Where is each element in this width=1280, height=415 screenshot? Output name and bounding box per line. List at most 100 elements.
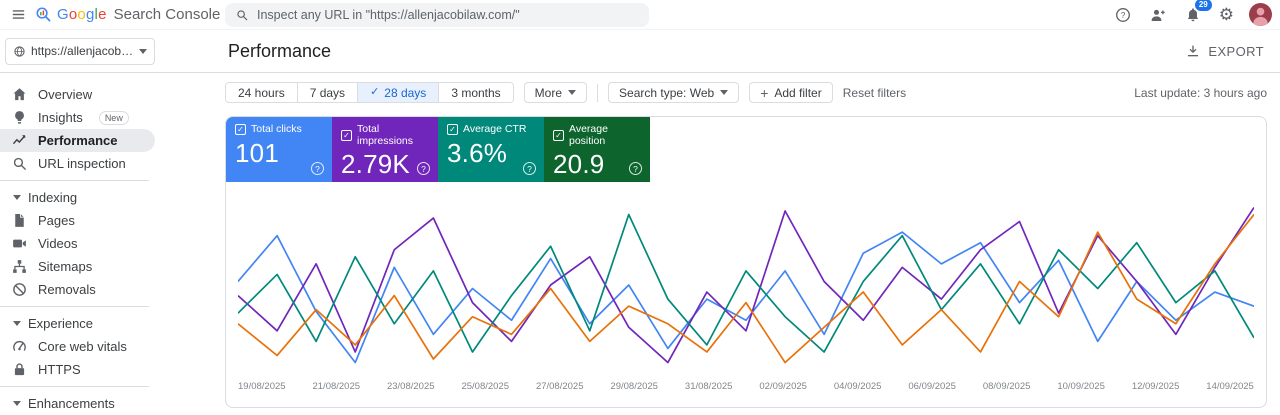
sidebar-item-label: Removals <box>38 282 96 297</box>
url-inspect-searchbar[interactable] <box>225 3 649 27</box>
help-icon[interactable]: ? <box>417 162 430 175</box>
sidebar-item-insights[interactable]: Insights New <box>0 106 155 129</box>
checkbox-checked-icon[interactable]: ✓ <box>341 130 352 141</box>
add-filter-label: Add filter <box>774 86 821 100</box>
page-title: Performance <box>228 41 331 62</box>
sidebar-item-label: Pages <box>38 213 75 228</box>
date-range-28-days[interactable]: ✓28 days <box>358 83 439 102</box>
performance-panel: ✓Total clicks 101 ? ✓ Total impressions 2… <box>225 116 1267 408</box>
settings-button[interactable]: ⚙ <box>1217 4 1236 25</box>
help-icon[interactable]: ? <box>311 162 324 175</box>
metric-value: 3.6% <box>447 138 535 169</box>
date-range-label: 24 hours <box>238 86 285 100</box>
sidebar-item-label: URL inspection <box>38 156 126 171</box>
sidebar-item-https[interactable]: HTTPS <box>0 358 155 381</box>
chart-area[interactable] <box>238 192 1254 378</box>
svg-text:?: ? <box>1120 11 1125 20</box>
section-label: Indexing <box>28 190 77 205</box>
section-label: Enhancements <box>28 396 115 411</box>
google-search-console-app: Google Search Console ? 29 ⚙ <box>0 0 1280 414</box>
page-icon <box>11 212 28 229</box>
metric-card-average-ctr[interactable]: ✓Average CTR 3.6% ? <box>438 117 544 182</box>
date-range-group: 24 hours 7 days ✓28 days 3 months <box>225 82 514 103</box>
person-add-icon <box>1149 6 1167 24</box>
lock-icon <box>11 361 28 378</box>
reset-filters-button[interactable]: Reset filters <box>843 86 906 100</box>
sitemap-icon <box>11 258 28 275</box>
property-selector[interactable]: https://allenjacobilaw.com/ <box>5 38 155 65</box>
sidebar-section-enhancements[interactable]: Enhancements <box>0 392 155 415</box>
add-filter-button[interactable]: + Add filter <box>749 82 833 103</box>
notifications-button[interactable]: 29 <box>1182 4 1204 26</box>
help-button[interactable]: ? <box>1112 4 1134 26</box>
chevron-down-icon <box>13 321 21 326</box>
sidebar-item-label: Insights <box>38 110 83 125</box>
google-wordmark: Google <box>57 6 107 23</box>
sidebar-divider <box>0 306 149 307</box>
x-axis-label: 04/09/2025 <box>834 381 882 392</box>
sidebar-item-pages[interactable]: Pages <box>0 209 155 232</box>
export-button[interactable]: EXPORT <box>1185 43 1264 59</box>
metric-value: 2.79K <box>341 149 429 180</box>
topbar-actions: ? 29 ⚙ <box>1112 3 1272 26</box>
plus-icon: + <box>760 86 768 100</box>
sidebar-item-videos[interactable]: Videos <box>0 232 155 255</box>
home-icon <box>11 86 28 103</box>
metric-cards: ✓Total clicks 101 ? ✓ Total impressions 2… <box>226 117 1266 182</box>
x-axis-label: 31/08/2025 <box>685 381 733 392</box>
x-axis-label: 02/09/2025 <box>759 381 807 392</box>
checkbox-checked-icon[interactable]: ✓ <box>553 130 564 141</box>
sidebar-item-core-web-vitals[interactable]: Core web vitals <box>0 335 155 358</box>
help-icon[interactable]: ? <box>523 162 536 175</box>
block-icon <box>11 281 28 298</box>
filter-divider <box>597 84 598 102</box>
sidebar-item-label: Core web vitals <box>38 339 127 354</box>
avatar[interactable] <box>1249 3 1272 26</box>
sidebar-section-experience[interactable]: Experience <box>0 312 155 335</box>
help-icon[interactable]: ? <box>629 162 642 175</box>
sidebar-divider <box>0 386 149 387</box>
metric-label: Average position <box>569 124 641 147</box>
main-menu-button[interactable] <box>8 4 29 25</box>
sidebar-item-url-inspection[interactable]: URL inspection <box>0 152 155 175</box>
search-console-logo[interactable]: Google Search Console <box>35 6 220 23</box>
checkbox-checked-icon[interactable]: ✓ <box>447 124 458 135</box>
download-icon <box>1185 43 1201 59</box>
date-range-24-hours[interactable]: 24 hours <box>226 83 298 102</box>
checkbox-checked-icon[interactable]: ✓ <box>235 124 246 135</box>
topbar: Google Search Console ? 29 ⚙ <box>0 0 1280 30</box>
date-range-7-days[interactable]: 7 days <box>298 83 358 102</box>
metric-label: Total impressions <box>357 124 429 147</box>
performance-chart-icon <box>11 132 28 149</box>
search-icon <box>235 8 249 22</box>
add-user-button[interactable] <box>1147 4 1169 26</box>
sidebar-item-removals[interactable]: Removals <box>0 278 155 301</box>
chevron-down-icon <box>13 195 21 200</box>
sidebar-item-sitemaps[interactable]: Sitemaps <box>0 255 155 278</box>
metric-card-total-clicks[interactable]: ✓Total clicks 101 ? <box>226 117 332 182</box>
sidebar: Overview Insights New Performance URL in… <box>0 73 155 413</box>
metric-card-total-impressions[interactable]: ✓ Total impressions 2.79K ? <box>332 117 438 182</box>
x-axis-label: 06/09/2025 <box>908 381 956 392</box>
chart-line-total-clicks <box>238 232 1254 362</box>
gauge-icon <box>11 338 28 355</box>
search-type-dropdown[interactable]: Search type: Web <box>608 82 739 103</box>
sidebar-item-label: HTTPS <box>38 362 81 377</box>
search-console-logo-icon <box>35 6 52 23</box>
url-inspect-input[interactable] <box>257 8 639 22</box>
sidebar-item-performance[interactable]: Performance <box>0 129 155 152</box>
metric-value: 101 <box>235 138 323 169</box>
more-date-ranges-button[interactable]: More <box>524 82 587 103</box>
export-label: EXPORT <box>1208 44 1264 59</box>
metric-card-average-position[interactable]: ✓Average position 20.9 ? <box>544 117 650 182</box>
date-range-3-months[interactable]: 3 months <box>439 83 512 102</box>
lightbulb-icon <box>11 109 28 126</box>
sidebar-section-indexing[interactable]: Indexing <box>0 186 155 209</box>
x-axis-label: 14/09/2025 <box>1206 381 1254 392</box>
filter-bar: 24 hours 7 days ✓28 days 3 months More S… <box>225 82 1267 103</box>
chevron-down-icon <box>139 49 147 54</box>
performance-chart <box>238 192 1254 378</box>
date-range-label: 3 months <box>451 86 500 100</box>
sidebar-item-overview[interactable]: Overview <box>0 83 155 106</box>
property-url: https://allenjacobilaw.com/ <box>31 44 134 58</box>
